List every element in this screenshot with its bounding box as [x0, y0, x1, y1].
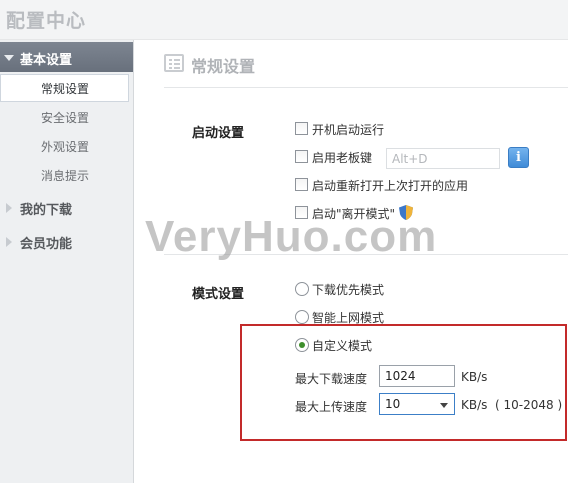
- checkbox-label: 启动重新打开上次打开的应用: [312, 179, 469, 193]
- divider: [164, 254, 568, 255]
- sidebar-item-label: 外观设置: [41, 140, 90, 154]
- sidebar-section-membership[interactable]: 会员功能: [0, 226, 133, 256]
- divider: [164, 87, 568, 88]
- sidebar-section-downloads[interactable]: 我的下载: [0, 192, 133, 222]
- checkbox-label: 开机启动运行: [312, 123, 385, 137]
- title-bar: 配置中心: [0, 0, 568, 40]
- boss-key-input[interactable]: Alt+D: [386, 148, 500, 169]
- chevron-down-icon: [4, 55, 14, 61]
- startup-group-label: 启动设置: [192, 126, 245, 141]
- away-mode-option[interactable]: 启动"离开模式": [295, 205, 395, 223]
- reopen-apps-checkbox[interactable]: [295, 178, 308, 191]
- sidebar-section-basic[interactable]: 基本设置: [0, 42, 133, 72]
- autostart-option[interactable]: 开机启动运行: [295, 121, 415, 139]
- download-priority-option[interactable]: 下载优先模式: [295, 281, 405, 299]
- radio-label: 下载优先模式: [312, 283, 385, 297]
- smart-browsing-radio[interactable]: [295, 310, 309, 324]
- away-mode-checkbox[interactable]: [295, 206, 308, 219]
- sidebar-item-notifications[interactable]: 消息提示: [0, 161, 133, 189]
- sidebar-item-general[interactable]: 常规设置: [0, 74, 129, 102]
- mode-group-label: 模式设置: [192, 287, 245, 302]
- sidebar-item-label: 消息提示: [41, 169, 90, 183]
- sidebar: 基本设置 常规设置 安全设置 外观设置 消息提示 我的下载 会员功能: [0, 40, 134, 483]
- boss-key-option[interactable]: 启用老板键: [295, 149, 385, 167]
- sidebar-item-appearance[interactable]: 外观设置: [0, 132, 133, 160]
- checkbox-label: 启动"离开模式": [312, 207, 396, 221]
- reopen-apps-option[interactable]: 启动重新打开上次打开的应用: [295, 177, 495, 195]
- app-title: 配置中心: [6, 10, 87, 32]
- chevron-right-icon: [6, 237, 12, 247]
- info-button[interactable]: i: [508, 147, 529, 168]
- chevron-right-icon: [6, 203, 12, 213]
- sidebar-item-label: 常规设置: [41, 82, 90, 96]
- highlight-annotation: [240, 324, 567, 441]
- shield-icon: [399, 205, 413, 220]
- autostart-checkbox[interactable]: [295, 122, 308, 135]
- sidebar-section-label: 我的下载: [20, 203, 73, 218]
- sidebar-item-label: 安全设置: [41, 111, 90, 125]
- checkbox-label: 启用老板键: [312, 151, 373, 165]
- sidebar-item-security[interactable]: 安全设置: [0, 103, 133, 131]
- page-title: 常规设置: [191, 57, 256, 76]
- sidebar-section-label: 基本设置: [20, 53, 73, 68]
- settings-list-icon: [164, 54, 184, 72]
- download-priority-radio[interactable]: [295, 282, 309, 296]
- sidebar-section-label: 会员功能: [20, 237, 73, 252]
- boss-key-checkbox[interactable]: [295, 150, 308, 163]
